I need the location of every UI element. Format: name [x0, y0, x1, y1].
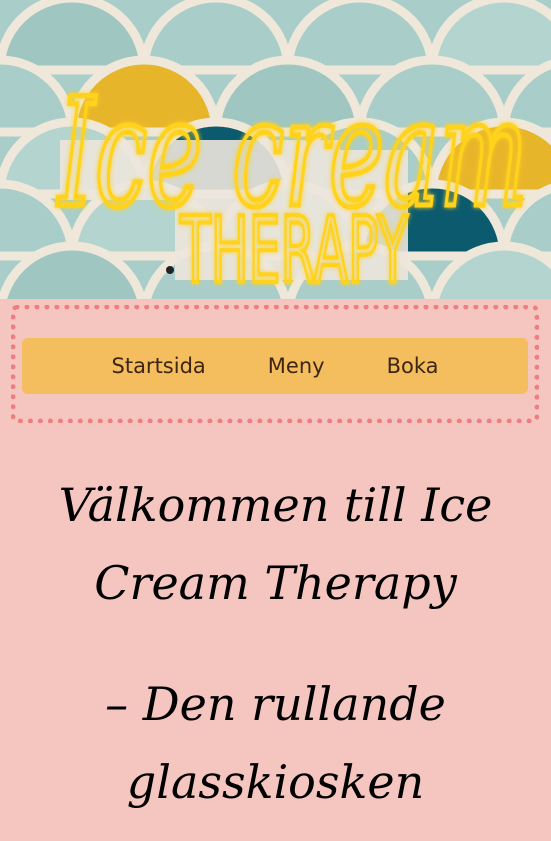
main-navigation: Startsida Meny Boka	[22, 338, 528, 394]
nav-link-meny[interactable]: Meny	[268, 354, 325, 378]
screw-dot	[166, 266, 174, 274]
neon-sign-line2: THERAPY	[179, 197, 408, 299]
nav-link-boka[interactable]: Boka	[387, 354, 439, 378]
subtitle-heading: – Den rullande glasskiosken	[105, 677, 446, 809]
navigation-frame: Startsida Meny Boka	[11, 305, 539, 423]
welcome-heading: Välkommen till Ice Cream Therapy	[58, 478, 493, 610]
nav-link-startsida[interactable]: Startsida	[112, 354, 206, 378]
neon-sign-illustration: Ice cream THERAPY	[0, 0, 551, 299]
hero-image: Ice cream THERAPY	[0, 0, 551, 299]
